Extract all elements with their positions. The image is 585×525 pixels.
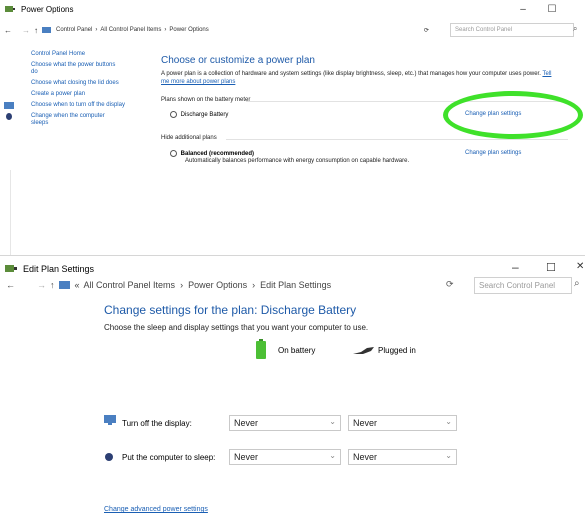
page-heading: Choose or customize a power plan bbox=[161, 55, 315, 66]
search-input[interactable]: Search Control Panel bbox=[450, 23, 574, 37]
address-bar: ← → ↑ « All Control Panel Items › Power … bbox=[6, 278, 331, 292]
hide-plans-toggle[interactable]: Hide additional plans bbox=[161, 135, 217, 141]
plan-balanced-row[interactable]: Balanced (recommended) bbox=[170, 150, 254, 157]
breadcrumb-sep: › bbox=[164, 27, 167, 33]
on-battery-label: On battery bbox=[278, 346, 316, 355]
nav-power-buttons[interactable]: Choose what the power buttons do bbox=[4, 62, 121, 76]
power-plan-icon bbox=[5, 265, 17, 272]
nav-computer-sleeps[interactable]: Change when the computer sleeps bbox=[4, 113, 121, 127]
sleep-battery-value: Never bbox=[234, 452, 259, 462]
breadcrumb-all-items[interactable]: All Control Panel Items bbox=[100, 27, 161, 33]
nav-closing-lid[interactable]: Choose what closing the lid does bbox=[4, 80, 126, 87]
maximize-button[interactable]: ☐ bbox=[539, 0, 565, 18]
plugged-in-label: Plugged in bbox=[378, 346, 416, 355]
turn-off-display-label: Turn off the display: bbox=[122, 419, 192, 428]
control-panel-icon bbox=[42, 27, 51, 33]
page-heading: Change settings for the plan: Discharge … bbox=[104, 303, 357, 317]
plug-icon bbox=[353, 347, 374, 354]
maximize-button[interactable]: ☐ bbox=[546, 261, 556, 274]
section-label: Plans shown on the battery meter bbox=[161, 97, 251, 103]
edit-plan-settings-window: Edit Plan Settings – ☐ ✕ ← → ↑ « All Con… bbox=[0, 255, 585, 525]
display-battery-value: Never bbox=[234, 418, 259, 428]
chevron-down-icon: ⌄ bbox=[329, 451, 336, 460]
refresh-icon[interactable]: ⟳ bbox=[446, 279, 454, 290]
address-bar: ← → ↑ Control Panel › All Control Panel … bbox=[4, 24, 209, 36]
page-description: A power plan is a collection of hardware… bbox=[161, 70, 561, 86]
left-nav: Control Panel Home Choose what the power… bbox=[4, 51, 132, 131]
title-bar: Power Options bbox=[0, 0, 585, 18]
refresh-icon[interactable]: ⟳ bbox=[424, 24, 429, 36]
search-input[interactable]: Search Control Panel bbox=[474, 277, 572, 294]
display-plugged-select[interactable]: Never ⌄ bbox=[348, 415, 457, 431]
sleep-plugged-value: Never bbox=[353, 452, 378, 462]
breadcrumb-sep: › bbox=[180, 280, 184, 290]
back-icon[interactable]: ← bbox=[4, 26, 12, 35]
title-bar: Edit Plan Settings bbox=[4, 263, 94, 274]
radio-balanced[interactable] bbox=[170, 150, 177, 157]
chevron-down-icon: ⌄ bbox=[445, 451, 452, 460]
breadcrumb-sep: › bbox=[252, 280, 256, 290]
close-button[interactable]: ✕ bbox=[576, 261, 584, 272]
nav-turn-off-display[interactable]: Choose when to turn off the display bbox=[4, 102, 132, 109]
breadcrumb-power-options[interactable]: Power Options bbox=[169, 27, 208, 33]
back-icon[interactable]: ← bbox=[6, 280, 15, 290]
breadcrumb-all-items[interactable]: All Control Panel Items bbox=[84, 280, 176, 290]
sleep-plugged-select[interactable]: Never ⌄ bbox=[348, 449, 457, 465]
up-icon[interactable]: ↑ bbox=[50, 280, 55, 290]
plan-discharge-row[interactable]: Discharge Battery bbox=[170, 111, 228, 118]
nav-create-plan[interactable]: Create a power plan bbox=[4, 91, 132, 98]
breadcrumb-sep: › bbox=[95, 27, 98, 33]
chevron-down-icon: ⌄ bbox=[329, 417, 336, 426]
breadcrumb-power-options[interactable]: Power Options bbox=[188, 280, 247, 290]
sleep-icon bbox=[105, 453, 113, 461]
sleep-icon bbox=[6, 113, 12, 120]
plan-balanced-desc: Automatically balances performance with … bbox=[185, 158, 410, 164]
breadcrumb-overflow[interactable]: « bbox=[75, 280, 80, 290]
display-icon bbox=[104, 415, 116, 425]
forward-icon[interactable]: → bbox=[37, 280, 46, 290]
nav-control-panel-home[interactable]: Control Panel Home bbox=[4, 51, 132, 58]
power-options-icon bbox=[5, 6, 15, 12]
forward-icon[interactable]: → bbox=[22, 26, 30, 35]
radio-discharge[interactable] bbox=[170, 111, 177, 118]
monitor-icon bbox=[4, 102, 14, 109]
plan-discharge-name: Discharge Battery bbox=[180, 112, 229, 119]
highlight-circle bbox=[443, 91, 583, 139]
change-plan-settings-link-2[interactable]: Change plan settings bbox=[465, 150, 521, 156]
battery-icon bbox=[256, 339, 266, 359]
chevron-down-icon: ⌄ bbox=[445, 417, 452, 426]
search-icon[interactable]: ⌕ bbox=[573, 24, 577, 34]
nav-computer-sleeps-label: Change when the computer sleeps bbox=[31, 113, 105, 126]
sleep-label: Put the computer to sleep: bbox=[122, 453, 216, 462]
up-icon[interactable]: ↑ bbox=[34, 26, 38, 35]
sleep-battery-select[interactable]: Never ⌄ bbox=[229, 449, 341, 465]
display-plugged-value: Never bbox=[353, 418, 378, 428]
window-title: Edit Plan Settings bbox=[23, 263, 95, 274]
display-battery-select[interactable]: Never ⌄ bbox=[229, 415, 341, 431]
plan-balanced-name: Balanced (recommended) bbox=[180, 151, 255, 158]
minimize-button[interactable]: – bbox=[512, 260, 519, 274]
breadcrumb-control-panel[interactable]: Control Panel bbox=[56, 27, 92, 33]
description-text: A power plan is a collection of hardware… bbox=[161, 71, 541, 77]
divider bbox=[226, 139, 568, 140]
breadcrumb-edit-plan[interactable]: Edit Plan Settings bbox=[260, 280, 331, 290]
advanced-settings-link[interactable]: Change advanced power settings bbox=[104, 506, 208, 513]
nav-turn-off-display-label: Choose when to turn off the display bbox=[31, 102, 125, 108]
search-icon[interactable]: ⌕ bbox=[574, 278, 580, 289]
page-subheading: Choose the sleep and display settings th… bbox=[104, 323, 369, 332]
minimize-button[interactable]: – bbox=[510, 0, 536, 18]
window-title: Power Options bbox=[21, 4, 74, 14]
control-panel-icon bbox=[58, 281, 70, 289]
